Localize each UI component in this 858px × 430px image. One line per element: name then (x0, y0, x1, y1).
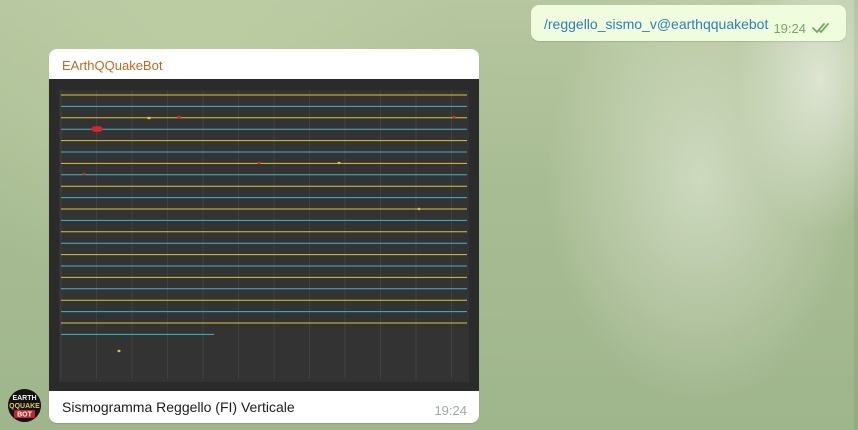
seismic-event-mark (337, 161, 341, 165)
chat-area: /reggello_sismo_v@earthqquakebot 19:24 E… (0, 0, 858, 430)
svg-text:QQUAKE: QQUAKE (9, 403, 40, 410)
double-check-icon (812, 23, 829, 33)
svg-text:EARTH: EARTH (12, 395, 36, 402)
seismic-event-mark (91, 126, 103, 132)
seismogram-image[interactable] (49, 79, 479, 391)
seismic-event-mark (147, 116, 151, 120)
scrollbar[interactable] (854, 0, 858, 430)
svg-text:BOT: BOT (17, 412, 33, 419)
incoming-message[interactable]: EArthQQuakeBot Sismogramma Reggello (FI)… (49, 49, 479, 423)
message-time: 19:24 (773, 21, 806, 36)
seismic-event-mark (417, 207, 421, 211)
message-time: 19:24 (434, 403, 467, 418)
seismic-event-mark (117, 349, 121, 353)
earthquake-logo-icon: EARTH QQUAKE BOT (8, 389, 41, 422)
seismic-event-mark (452, 115, 456, 119)
seismic-event-mark (177, 115, 181, 119)
seismic-event-mark (82, 172, 86, 176)
command-link[interactable]: /reggello_sismo_v@earthqquakebot (544, 16, 768, 32)
outgoing-message[interactable]: /reggello_sismo_v@earthqquakebot 19:24 (531, 5, 846, 41)
seismogram-plot (49, 79, 479, 391)
seismic-event-mark (257, 161, 261, 165)
photo-caption: Sismogramma Reggello (FI) Verticale (62, 399, 295, 415)
sender-name[interactable]: EArthQQuakeBot (62, 58, 162, 73)
bot-avatar[interactable]: EARTH QQUAKE BOT (8, 389, 41, 422)
